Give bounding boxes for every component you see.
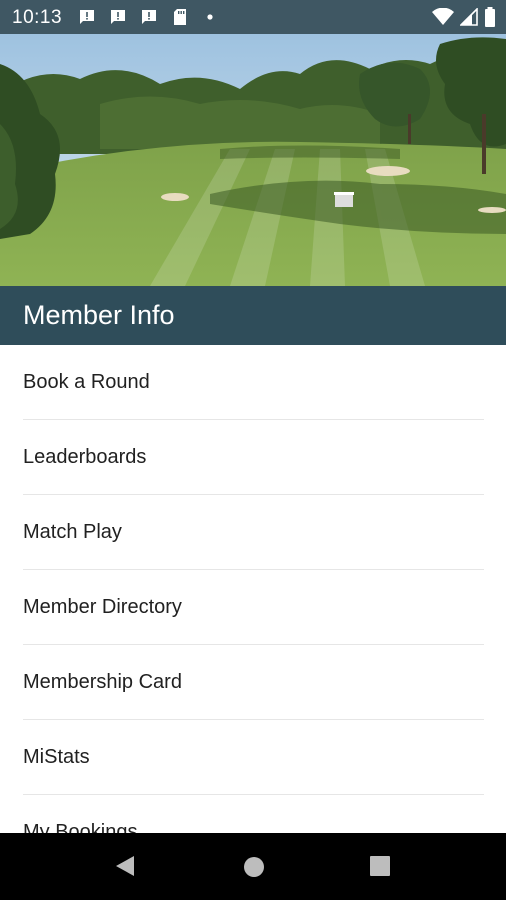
menu-item-label: Member Directory	[23, 596, 182, 618]
sd-card-icon	[174, 9, 186, 25]
section-title: Member Info	[23, 300, 175, 330]
message-alert-icon	[111, 10, 125, 24]
menu-item-mistats[interactable]: MiStats	[23, 720, 484, 795]
cell-signal-icon	[460, 8, 478, 26]
more-notifications-dot-icon	[207, 14, 213, 20]
menu-item-label: Book a Round	[23, 371, 150, 393]
menu-item-my-bookings[interactable]: My Bookings	[23, 795, 484, 833]
back-icon[interactable]	[114, 854, 136, 878]
status-bar: 10:13	[0, 0, 506, 34]
message-alert-icon	[142, 10, 156, 24]
hero-golf-course-image	[0, 34, 506, 286]
wifi-icon	[432, 8, 454, 25]
menu-item-label: MiStats	[23, 746, 90, 768]
menu-item-member-directory[interactable]: Member Directory	[23, 570, 484, 645]
system-navigation-bar	[0, 833, 506, 900]
section-header: Member Info	[0, 286, 506, 345]
menu-item-label: Membership Card	[23, 671, 182, 693]
recents-icon[interactable]	[370, 856, 390, 876]
menu-item-leaderboards[interactable]: Leaderboards	[23, 420, 484, 495]
menu-item-label: My Bookings	[23, 821, 138, 833]
menu-item-book-a-round[interactable]: Book a Round	[23, 345, 484, 420]
menu-item-label: Leaderboards	[23, 446, 147, 468]
status-time: 10:13	[12, 7, 63, 28]
menu-item-match-play[interactable]: Match Play	[23, 495, 484, 570]
menu-item-membership-card[interactable]: Membership Card	[23, 645, 484, 720]
member-info-menu-list[interactable]: Book a Round Leaderboards Match Play Mem…	[0, 345, 506, 833]
message-alert-icon	[80, 10, 94, 24]
home-icon[interactable]	[243, 856, 265, 878]
battery-icon	[485, 7, 495, 27]
menu-item-label: Match Play	[23, 521, 122, 543]
